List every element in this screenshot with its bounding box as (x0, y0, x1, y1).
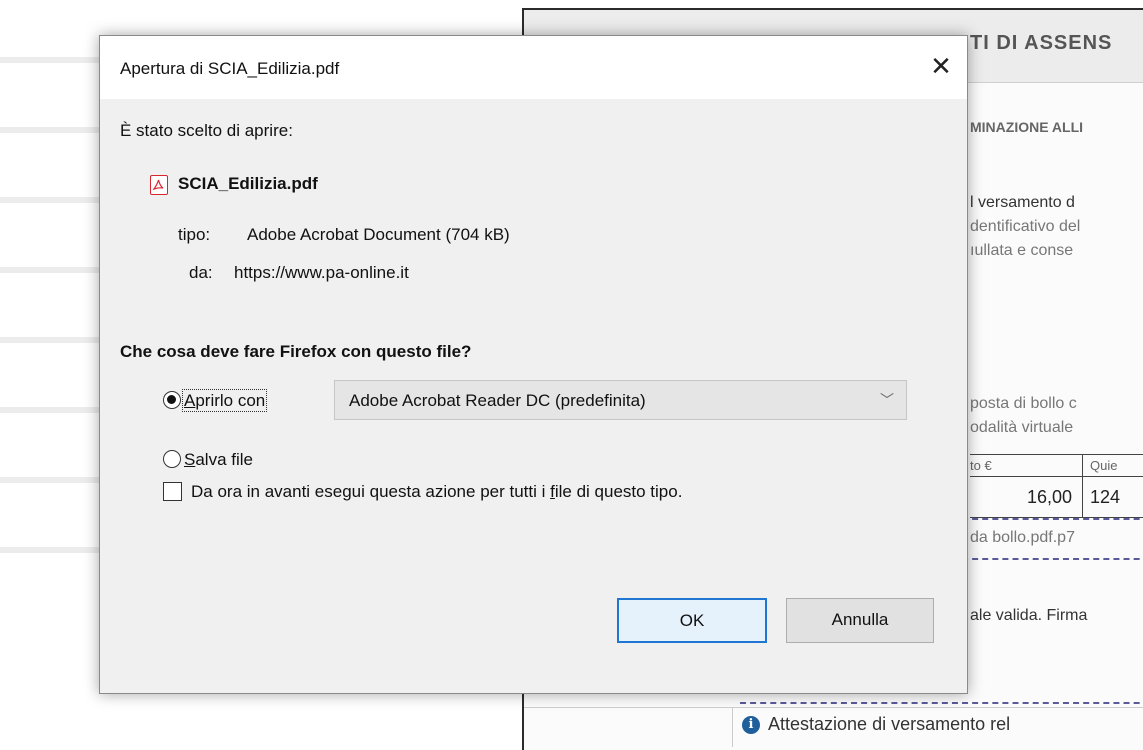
stamp-table: to € Quie 16,00 124 (970, 454, 1143, 518)
validity-text: ale valida. Firma (970, 607, 1088, 624)
cancel-button[interactable]: Annulla (786, 598, 934, 643)
document-line-3: ıullata e conse (970, 242, 1074, 259)
decorative-lines (0, 57, 100, 553)
document-line-1: l versamento d (970, 194, 1075, 211)
save-file-label-text: alva file (195, 450, 253, 469)
remember-label[interactable]: Da ora in avanti esegui questa azione pe… (191, 482, 682, 502)
chevron-down-icon: ﹀ (880, 392, 894, 408)
open-with-label[interactable]: Aprirlo con (181, 389, 268, 412)
remember-label-text-end: ile di questo tipo. (554, 482, 683, 501)
dialog-title: Apertura di SCIA_Edilizia.pdf (120, 59, 340, 78)
save-file-label[interactable]: Salva file (184, 450, 253, 470)
table-cell-amount: 16,00 (1026, 487, 1072, 507)
attestation-text: Attestazione di versamento rel (768, 714, 1011, 734)
intro-label: È stato scelto di aprire: (120, 121, 293, 140)
ok-button[interactable]: OK (617, 598, 767, 643)
divider (732, 707, 733, 747)
open-file-dialog: Apertura di SCIA_Edilizia.pdf ✕ È stato … (99, 35, 968, 694)
dialog-titlebar[interactable]: Apertura di SCIA_Edilizia.pdf ✕ (100, 36, 967, 99)
document-line-2: dentificativo del (970, 218, 1081, 235)
application-select[interactable]: Adobe Acrobat Reader DC (predefinita) ﹀ (334, 380, 907, 420)
remember-checkbox[interactable] (163, 482, 182, 501)
document-line-4: posta di bollo c (970, 395, 1077, 412)
table-divider (1082, 455, 1083, 517)
table-divider (970, 476, 1143, 477)
source-label: da: (189, 263, 213, 282)
open-with-label-text: prirlo con (195, 391, 266, 410)
remember-label-text: Da ora in avanti esegui questa azione pe… (191, 482, 551, 501)
type-label: tipo: (178, 225, 211, 244)
document-title: TI DI ASSENS (970, 32, 1113, 54)
document-line-5: odalità virtuale (970, 419, 1074, 436)
question-heading: Che cosa deve fare Firefox con questo fi… (120, 342, 472, 361)
attachment-link[interactable]: da bollo.pdf.p7 (970, 529, 1075, 547)
save-file-label-accesskey: S (184, 450, 196, 469)
table-header-receipt: Quie (1090, 458, 1118, 473)
open-with-radio[interactable] (163, 391, 181, 409)
open-with-label-accesskey: A (184, 391, 196, 410)
file-name: SCIA_Edilizia.pdf (178, 174, 318, 193)
table-cell-receipt: 124 (1090, 487, 1121, 507)
divider (524, 707, 1143, 708)
type-value: Adobe Acrobat Document (704 kB) (247, 225, 510, 244)
table-header-amount: to € (970, 458, 992, 473)
dialog-body: È stato scelto di aprire: SCIA_Edilizia.… (100, 99, 967, 693)
document-subtitle: MINAZIONE ALLI (970, 119, 1084, 135)
info-icon: i (742, 716, 760, 735)
pdf-file-icon (150, 175, 168, 195)
application-select-value: Adobe Acrobat Reader DC (predefinita) (349, 391, 646, 410)
save-file-radio[interactable] (163, 450, 181, 468)
source-url: https://www.pa-online.it (234, 263, 409, 282)
close-icon[interactable]: ✕ (925, 50, 957, 82)
attestation-row: i Attestazione di versamento rel (742, 714, 1010, 735)
